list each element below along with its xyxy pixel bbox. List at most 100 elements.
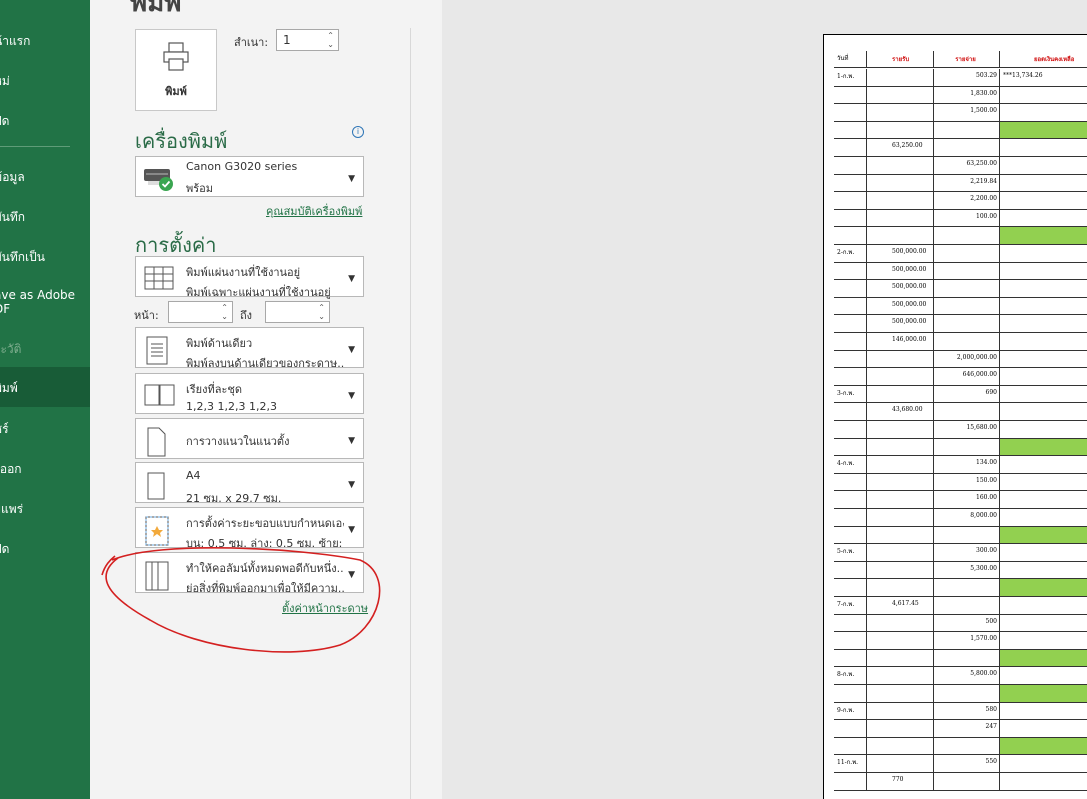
spinner-arrows-icon[interactable]: ⌃ ⌄ xyxy=(318,303,325,321)
cell-bal xyxy=(1000,227,1087,244)
sidebar-item-0[interactable]: น้าแรก xyxy=(0,32,90,51)
table-row xyxy=(834,438,1087,457)
cell-bal xyxy=(1000,280,1087,297)
setting-detail: พิมพ์เฉพาะแผ่นงานที่ใช้งานอยู่ xyxy=(186,286,331,299)
settings-dropdown-6[interactable]: ทำให้คอลัมน์ทั้งหมดพอดีกับหนึ่ง... ย่อสิ่… xyxy=(135,552,364,595)
table-header-row: วันที่ รายรับ รายจ่าย ยอดเงินคงเหลือ xyxy=(834,51,1087,68)
printer-properties-link[interactable]: คุณสมบัติเครื่องพิมพ์ xyxy=(266,202,362,220)
cell-out: 247 xyxy=(934,720,1000,737)
cell-out: 134.00 xyxy=(934,456,1000,473)
cell-date xyxy=(834,632,867,649)
backstage-sidebar: น้าแรกหม่ปิดข้อมูลบันทึกบันทึกเป็นave as… xyxy=(0,0,90,799)
sidebar-item-2[interactable]: ปิด xyxy=(0,112,90,131)
print-button[interactable]: พิมพ์ xyxy=(135,29,217,111)
sidebar-item-5[interactable]: บันทึกเป็น xyxy=(0,248,90,267)
cell-out: 646,000.00 xyxy=(934,368,1000,385)
sidebar-item-label: ข้อมูล xyxy=(0,170,25,184)
table-row: 770 xyxy=(834,773,1087,791)
cell-bal xyxy=(1000,632,1087,649)
cell-bal xyxy=(1000,720,1087,737)
cell-out xyxy=(934,773,1000,790)
margins-icon xyxy=(144,516,170,550)
sidebar-item-label: DF xyxy=(0,302,11,316)
sidebar-item-3[interactable]: ข้อมูล xyxy=(0,168,90,187)
settings-dropdown-0[interactable]: พิมพ์แผ่นงานที่ใช้งานอยู่ พิมพ์เฉพาะแผ่นง… xyxy=(135,256,364,299)
cell-date xyxy=(834,720,867,737)
sidebar-item-7[interactable]: DF xyxy=(0,302,90,316)
settings-dropdown-2[interactable]: เรียงที่ละชุด 1,2,3 1,2,3 1,2,3 ▼ xyxy=(135,373,364,414)
settings-dropdown-5[interactable]: การตั้งค่าระยะขอบแบบกำหนดเอง... บน: 0.5 ซ… xyxy=(135,507,364,550)
table-row: 2,200.00 xyxy=(834,192,1087,210)
cell-in xyxy=(867,209,934,227)
cell-out: 580 xyxy=(934,702,1000,720)
cell-in xyxy=(867,720,934,737)
cell-in xyxy=(867,350,934,368)
cell-out xyxy=(934,737,1000,755)
table-row: 646,000.00 xyxy=(834,368,1087,386)
spinner-arrows-icon[interactable]: ⌃ ⌄ xyxy=(221,303,228,321)
settings-dropdown-4[interactable]: A4 21 ซม. x 29.7 ซม. ▼ xyxy=(135,462,364,505)
sidebar-item-4[interactable]: บันทึก xyxy=(0,208,90,227)
cell-bal xyxy=(1000,175,1087,192)
table-row: 500,000.00 xyxy=(834,315,1087,333)
cell-out: 2,000,000.00 xyxy=(934,350,1000,368)
cell-out: 1,830.00 xyxy=(934,86,1000,104)
cell-out: 100.00 xyxy=(934,209,1000,227)
table-row: 8-ก.พ. 5,800.00 xyxy=(834,667,1087,685)
page-setup-link[interactable]: ตั้งค่าหน้ากระดาษ xyxy=(282,599,368,617)
cell-in xyxy=(867,509,934,526)
sidebar-item-6[interactable]: ave as Adobe xyxy=(0,288,90,302)
print-button-label: พิมพ์ xyxy=(165,85,187,98)
cell-out: 2,219.84 xyxy=(934,174,1000,192)
cell-in xyxy=(867,86,934,104)
sidebar-item-label: ปิด xyxy=(0,114,10,128)
table-row: 4-ก.พ. 134.00 xyxy=(834,456,1087,474)
sidebar-item-13[interactable]: ปิด xyxy=(0,540,90,559)
pages-label: หน้า: xyxy=(134,309,159,322)
table-row: 63,250.00 xyxy=(834,139,1087,157)
cell-date xyxy=(834,403,867,420)
sidebar-item-1[interactable]: หม่ xyxy=(0,72,90,91)
sidebar-item-11[interactable]: งออก xyxy=(0,460,90,479)
spinner-arrows-icon[interactable]: ⌃ ⌄ xyxy=(327,31,334,49)
setting-detail: 21 ซม. x 29.7 ซม. xyxy=(186,492,282,505)
setting-detail: พิมพ์ลงบนด้านเดียวของกระดาษ... xyxy=(186,357,344,370)
setting-title: A4 xyxy=(186,469,201,482)
cell-bal xyxy=(1000,121,1087,139)
cell-bal xyxy=(1000,562,1087,579)
setting-detail: ย่อสิ่งที่พิมพ์ออกมาเพื่อให้มีความ... xyxy=(186,582,344,595)
sidebar-item-10[interactable]: ชร์ xyxy=(0,420,90,439)
cell-date: 7-ก.พ. xyxy=(834,597,867,614)
chevron-down-icon: ▼ xyxy=(348,525,355,535)
cell-out xyxy=(934,280,1000,297)
cell-in: 500,000.00 xyxy=(867,245,934,262)
cell-bal xyxy=(1000,755,1087,772)
sidebar-item-8[interactable]: ระวัติ xyxy=(0,340,90,359)
cell-bal xyxy=(1000,685,1087,702)
cell-date: 11-ก.พ. xyxy=(834,755,867,772)
cell-date xyxy=(834,685,867,702)
cell-date xyxy=(834,280,867,297)
cell-in xyxy=(867,421,934,438)
settings-dropdown-3[interactable]: การวางแนวในแนวตั้ง ▼ xyxy=(135,418,364,459)
settings-dropdown-1[interactable]: พิมพ์ด้านเดียว พิมพ์ลงบนด้านเดียวของกระดา… xyxy=(135,327,364,370)
setting-detail: บน: 0.5 ซม. ล่าง: 0.5 ซม. ซ้าย: 0.... xyxy=(186,537,344,550)
sidebar-item-9[interactable]: พิมพ์ xyxy=(0,367,90,407)
sidebar-item-12[interactable]: ยแพร่ xyxy=(0,500,90,519)
pages-to-input[interactable]: ⌃ ⌄ xyxy=(265,301,330,323)
sidebar-divider xyxy=(0,146,70,147)
cell-date xyxy=(834,368,867,385)
pages-from-input[interactable]: ⌃ ⌄ xyxy=(168,301,233,323)
copies-spinner[interactable]: 1 ⌃ ⌄ xyxy=(276,29,339,51)
info-icon[interactable]: i xyxy=(352,126,364,138)
printer-dropdown[interactable]: Canon G3020 series พร้อม ▼ xyxy=(135,156,364,197)
cell-date xyxy=(834,157,867,174)
cell-in xyxy=(867,157,934,174)
table-row: 7-ก.พ. 4,617.45 xyxy=(834,597,1087,615)
cell-date xyxy=(834,473,867,491)
cell-date xyxy=(834,773,867,790)
cell-bal xyxy=(1000,509,1087,526)
printer-device-icon xyxy=(144,169,173,191)
cell-bal xyxy=(1000,315,1087,332)
sidebar-item-label: ระวัติ xyxy=(0,342,22,356)
